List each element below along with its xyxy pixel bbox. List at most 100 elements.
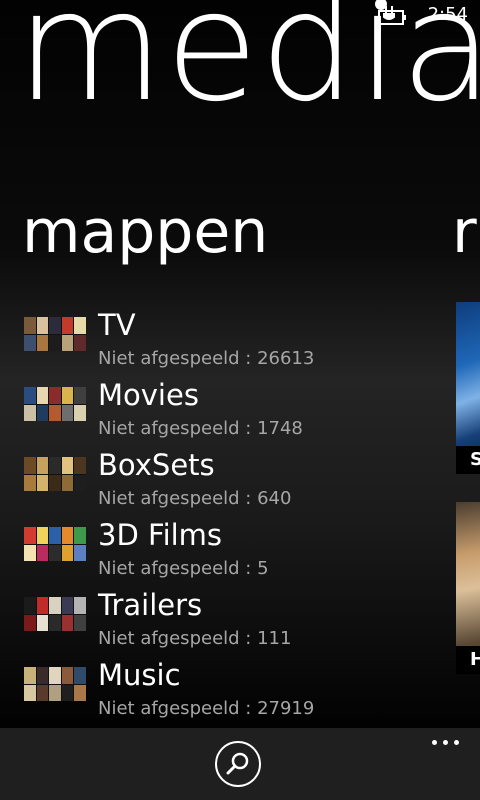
folder-item-tv[interactable]: TV Niet afgespeeld : 26613 [24,306,444,376]
thumbnail-poster [36,614,49,631]
peek-tile-caption: H (2 [456,646,480,674]
folder-thumbnail [24,387,86,421]
screen: 2:54 media mappen r TV Niet afgespeeld :… [0,0,480,800]
peek-media-tile[interactable]: H (2 [456,502,480,674]
folder-name: TV [98,308,136,342]
folder-name: Trailers [98,588,203,622]
thumbnail-poster [61,667,74,684]
folder-thumbnail [24,527,86,561]
folder-unplayed-count: Niet afgespeeld : 111 [98,628,292,649]
thumbnail-poster [74,457,86,474]
pivot-header-next[interactable]: r [452,196,477,268]
search-button[interactable] [215,741,261,787]
thumbnail-poster [24,404,36,421]
thumbnail-poster [36,527,49,544]
thumbnail-poster [61,597,74,614]
folder-name: 3D Films [98,518,223,552]
thumbnail-poster [49,667,61,684]
folder-name: Music [98,658,181,692]
thumbnail-poster [36,404,49,421]
thumbnail-poster [61,387,74,404]
thumbnail-poster [49,404,61,421]
pivot-header-current[interactable]: mappen [22,196,268,268]
folder-item-boxsets[interactable]: BoxSets Niet afgespeeld : 640 [24,446,444,516]
thumbnail-poster [74,334,86,351]
thumbnail-poster [61,457,74,474]
thumbnail-poster [61,404,74,421]
folder-list: TV Niet afgespeeld : 26613 Movies Niet a… [24,306,444,726]
thumbnail-poster [24,527,36,544]
thumbnail-poster [74,404,86,421]
thumbnail-poster [74,544,86,561]
ellipsis-icon [443,740,448,745]
folder-unplayed-count: Niet afgespeeld : 1748 [98,418,303,439]
ellipsis-icon [432,740,437,745]
thumbnail-poster [36,474,49,491]
thumbnail-poster [24,544,36,561]
folder-thumbnail [24,667,86,701]
thumbnail-poster [36,457,49,474]
thumbnail-poster [61,544,74,561]
thumbnail-poster [36,544,49,561]
thumbnail-poster [24,667,36,684]
thumbnail-poster [36,667,49,684]
thumbnail-poster [24,457,36,474]
thumbnail-poster [74,684,86,701]
thumbnail-poster [36,334,49,351]
folder-unplayed-count: Niet afgespeeld : 5 [98,558,269,579]
thumbnail-poster [49,614,61,631]
thumbnail-poster [49,544,61,561]
folder-unplayed-count: Niet afgespeeld : 27919 [98,698,315,719]
thumbnail-poster [61,684,74,701]
app-title: media [16,0,480,135]
thumbnail-poster [74,527,86,544]
thumbnail-poster [36,684,49,701]
application-bar [0,728,480,800]
folder-unplayed-count: Niet afgespeeld : 640 [98,488,292,509]
thumbnail-poster [24,334,36,351]
thumbnail-poster [24,387,36,404]
ellipsis-icon [454,740,459,745]
folder-item-3d-films[interactable]: 3D Films Niet afgespeeld : 5 [24,516,444,586]
thumbnail-poster [61,527,74,544]
peek-media-tile[interactable]: S it [456,302,480,474]
folder-thumbnail [24,317,86,351]
thumbnail-poster [74,317,86,334]
thumbnail-poster [36,597,49,614]
thumbnail-poster [24,684,36,701]
thumbnail-poster [36,387,49,404]
folder-unplayed-count: Niet afgespeeld : 26613 [98,348,315,369]
folder-name: Movies [98,378,199,412]
thumbnail-poster [24,614,36,631]
folder-item-music[interactable]: Music Niet afgespeeld : 27919 [24,656,444,726]
thumbnail-poster [24,474,36,491]
thumbnail-poster [49,597,61,614]
folder-thumbnail [24,597,86,631]
thumbnail-poster [49,684,61,701]
thumbnail-poster [36,317,49,334]
peek-tile-caption: S it [456,446,480,474]
thumbnail-poster [74,474,86,491]
folder-name: BoxSets [98,448,215,482]
thumbnail-poster [74,387,86,404]
thumbnail-poster [61,334,74,351]
thumbnail-poster [24,317,36,334]
thumbnail-poster [74,667,86,684]
thumbnail-poster [61,317,74,334]
folder-item-trailers[interactable]: Trailers Niet afgespeeld : 111 [24,586,444,656]
thumbnail-poster [49,527,61,544]
thumbnail-poster [74,614,86,631]
thumbnail-poster [49,457,61,474]
thumbnail-poster [49,334,61,351]
more-options-button[interactable] [428,732,462,752]
search-icon [226,752,249,775]
thumbnail-poster [49,387,61,404]
thumbnail-poster [74,597,86,614]
thumbnail-poster [49,474,61,491]
thumbnail-poster [61,474,74,491]
thumbnail-poster [49,317,61,334]
thumbnail-poster [61,614,74,631]
folder-thumbnail [24,457,86,491]
thumbnail-poster [24,597,36,614]
folder-item-movies[interactable]: Movies Niet afgespeeld : 1748 [24,376,444,446]
